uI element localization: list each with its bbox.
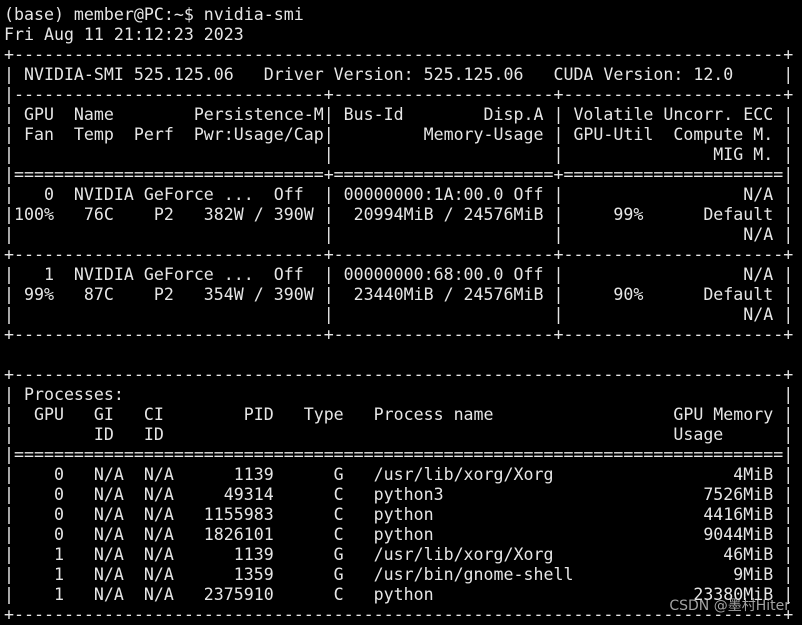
gpu-0-row: |100% 76C P2 382W / 390W | 20994MiB / 24…	[4, 205, 794, 224]
version-info-line: | NVIDIA-SMI 525.125.06 Driver Version: …	[4, 65, 794, 84]
terminal-output[interactable]: (base) member@PC:~$ nvidia-smi Fri Aug 1…	[4, 5, 802, 625]
csdn-watermark: CSDN @墨村Hiter	[669, 598, 790, 614]
gpu-header-row: | | | MIG M. |	[4, 145, 794, 164]
processes-title-line: | Processes: |	[4, 385, 794, 404]
process-row: | 1 N/A N/A 1359 G /usr/bin/gnome-shell …	[4, 565, 794, 584]
gpu-1-row: | | | N/A |	[4, 305, 794, 324]
process-row: | 0 N/A N/A 1826101 C python 9044MiB |	[4, 525, 794, 544]
table-border: +---------------------------------------…	[4, 45, 794, 64]
timestamp-line: Fri Aug 11 21:12:23 2023	[4, 25, 244, 44]
table-separator: |===============================+=======…	[4, 165, 794, 184]
process-row: | 0 N/A N/A 49314 C python3 7526MiB |	[4, 485, 794, 504]
gpu-1-row: | 99% 87C P2 354W / 390W | 23440MiB / 24…	[4, 285, 794, 304]
processes-header-row: | ID ID Usage |	[4, 425, 794, 444]
table-separator: |=======================================…	[4, 445, 794, 464]
process-row: | 0 N/A N/A 1155983 C python 4416MiB |	[4, 505, 794, 524]
gpu-header-row: | GPU Name Persistence-M| Bus-Id Disp.A …	[4, 105, 794, 124]
table-separator: |-------------------------------+-------…	[4, 85, 794, 104]
command-prompt-line: (base) member@PC:~$ nvidia-smi	[4, 5, 304, 24]
processes-header-row: | GPU GI CI PID Type Process name GPU Me…	[4, 405, 794, 424]
gpu-0-row: | | | N/A |	[4, 225, 794, 244]
gpu-1-row: | 1 NVIDIA GeForce ... Off | 00000000:68…	[4, 265, 794, 284]
process-row: | 0 N/A N/A 1139 G /usr/lib/xorg/Xorg 4M…	[4, 465, 794, 484]
table-separator: +-------------------------------+-------…	[4, 245, 794, 264]
table-border: +---------------------------------------…	[4, 365, 794, 384]
gpu-header-row: | Fan Temp Perf Pwr:Usage/Cap| Memory-Us…	[4, 125, 794, 144]
process-row: | 1 N/A N/A 1139 G /usr/lib/xorg/Xorg 46…	[4, 545, 794, 564]
table-border: +-------------------------------+-------…	[4, 325, 794, 344]
gpu-0-row: | 0 NVIDIA GeForce ... Off | 00000000:1A…	[4, 185, 794, 204]
